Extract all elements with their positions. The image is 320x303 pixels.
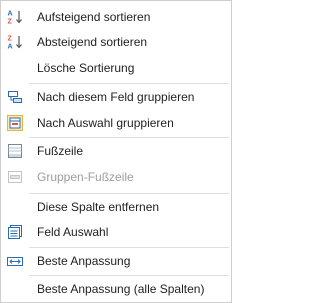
menu-item-sort-ascending[interactable]: A Z Aufsteigend sortieren bbox=[2, 4, 230, 30]
menu-item-label: Beste Anpassung (alle Spalten) bbox=[37, 282, 205, 296]
group-by-field-icon bbox=[7, 89, 23, 105]
menu-item-label: Nach Auswahl gruppieren bbox=[37, 116, 174, 130]
menu-item-sort-descending[interactable]: Z A Absteigend sortieren bbox=[2, 29, 230, 55]
field-chooser-icon bbox=[7, 224, 23, 240]
menu-item-group-footer: Gruppen-Fußzeile bbox=[2, 164, 230, 190]
group-footer-icon bbox=[7, 169, 23, 185]
menu-item-group-by-selection[interactable]: Nach Auswahl gruppieren bbox=[2, 110, 230, 136]
svg-text:Z: Z bbox=[8, 36, 13, 43]
svg-text:Z: Z bbox=[8, 19, 13, 26]
menu-item-label: Feld Auswahl bbox=[37, 225, 109, 239]
sort-descending-icon: Z A bbox=[7, 34, 23, 51]
group-by-selection-icon bbox=[7, 115, 23, 131]
menu-item-label: Fußzeile bbox=[37, 144, 84, 158]
menu-item-label: Aufsteigend sortieren bbox=[37, 10, 151, 24]
menu-item-field-chooser[interactable]: Feld Auswahl bbox=[2, 219, 230, 245]
column-context-menu: A Z Aufsteigend sortieren Z A Absteigend… bbox=[0, 0, 232, 303]
menu-item-label: Diese Spalte entfernen bbox=[37, 200, 160, 214]
menu-item-label: Absteigend sortieren bbox=[37, 35, 148, 49]
svg-text:A: A bbox=[8, 44, 13, 51]
menu-item-clear-sorting[interactable]: Lösche Sortierung bbox=[2, 55, 230, 81]
menu-item-label: Lösche Sortierung bbox=[37, 61, 135, 75]
menu-item-label: Gruppen-Fußzeile bbox=[37, 170, 134, 184]
svg-text:A: A bbox=[8, 11, 13, 18]
menu-item-footer[interactable]: Fußzeile bbox=[2, 138, 230, 164]
menu-item-label: Beste Anpassung bbox=[37, 254, 131, 268]
menu-item-best-fit[interactable]: Beste Anpassung bbox=[2, 248, 230, 274]
menu-item-remove-column[interactable]: Diese Spalte entfernen bbox=[2, 194, 230, 220]
menu-item-label: Nach diesem Feld gruppieren bbox=[37, 90, 195, 104]
best-fit-icon bbox=[7, 253, 23, 269]
menu-item-group-by-field[interactable]: Nach diesem Feld gruppieren bbox=[2, 84, 230, 110]
sort-ascending-icon: A Z bbox=[7, 9, 23, 26]
footer-icon bbox=[7, 143, 23, 159]
menu-item-best-fit-all-columns[interactable]: Beste Anpassung (alle Spalten) bbox=[2, 276, 230, 302]
